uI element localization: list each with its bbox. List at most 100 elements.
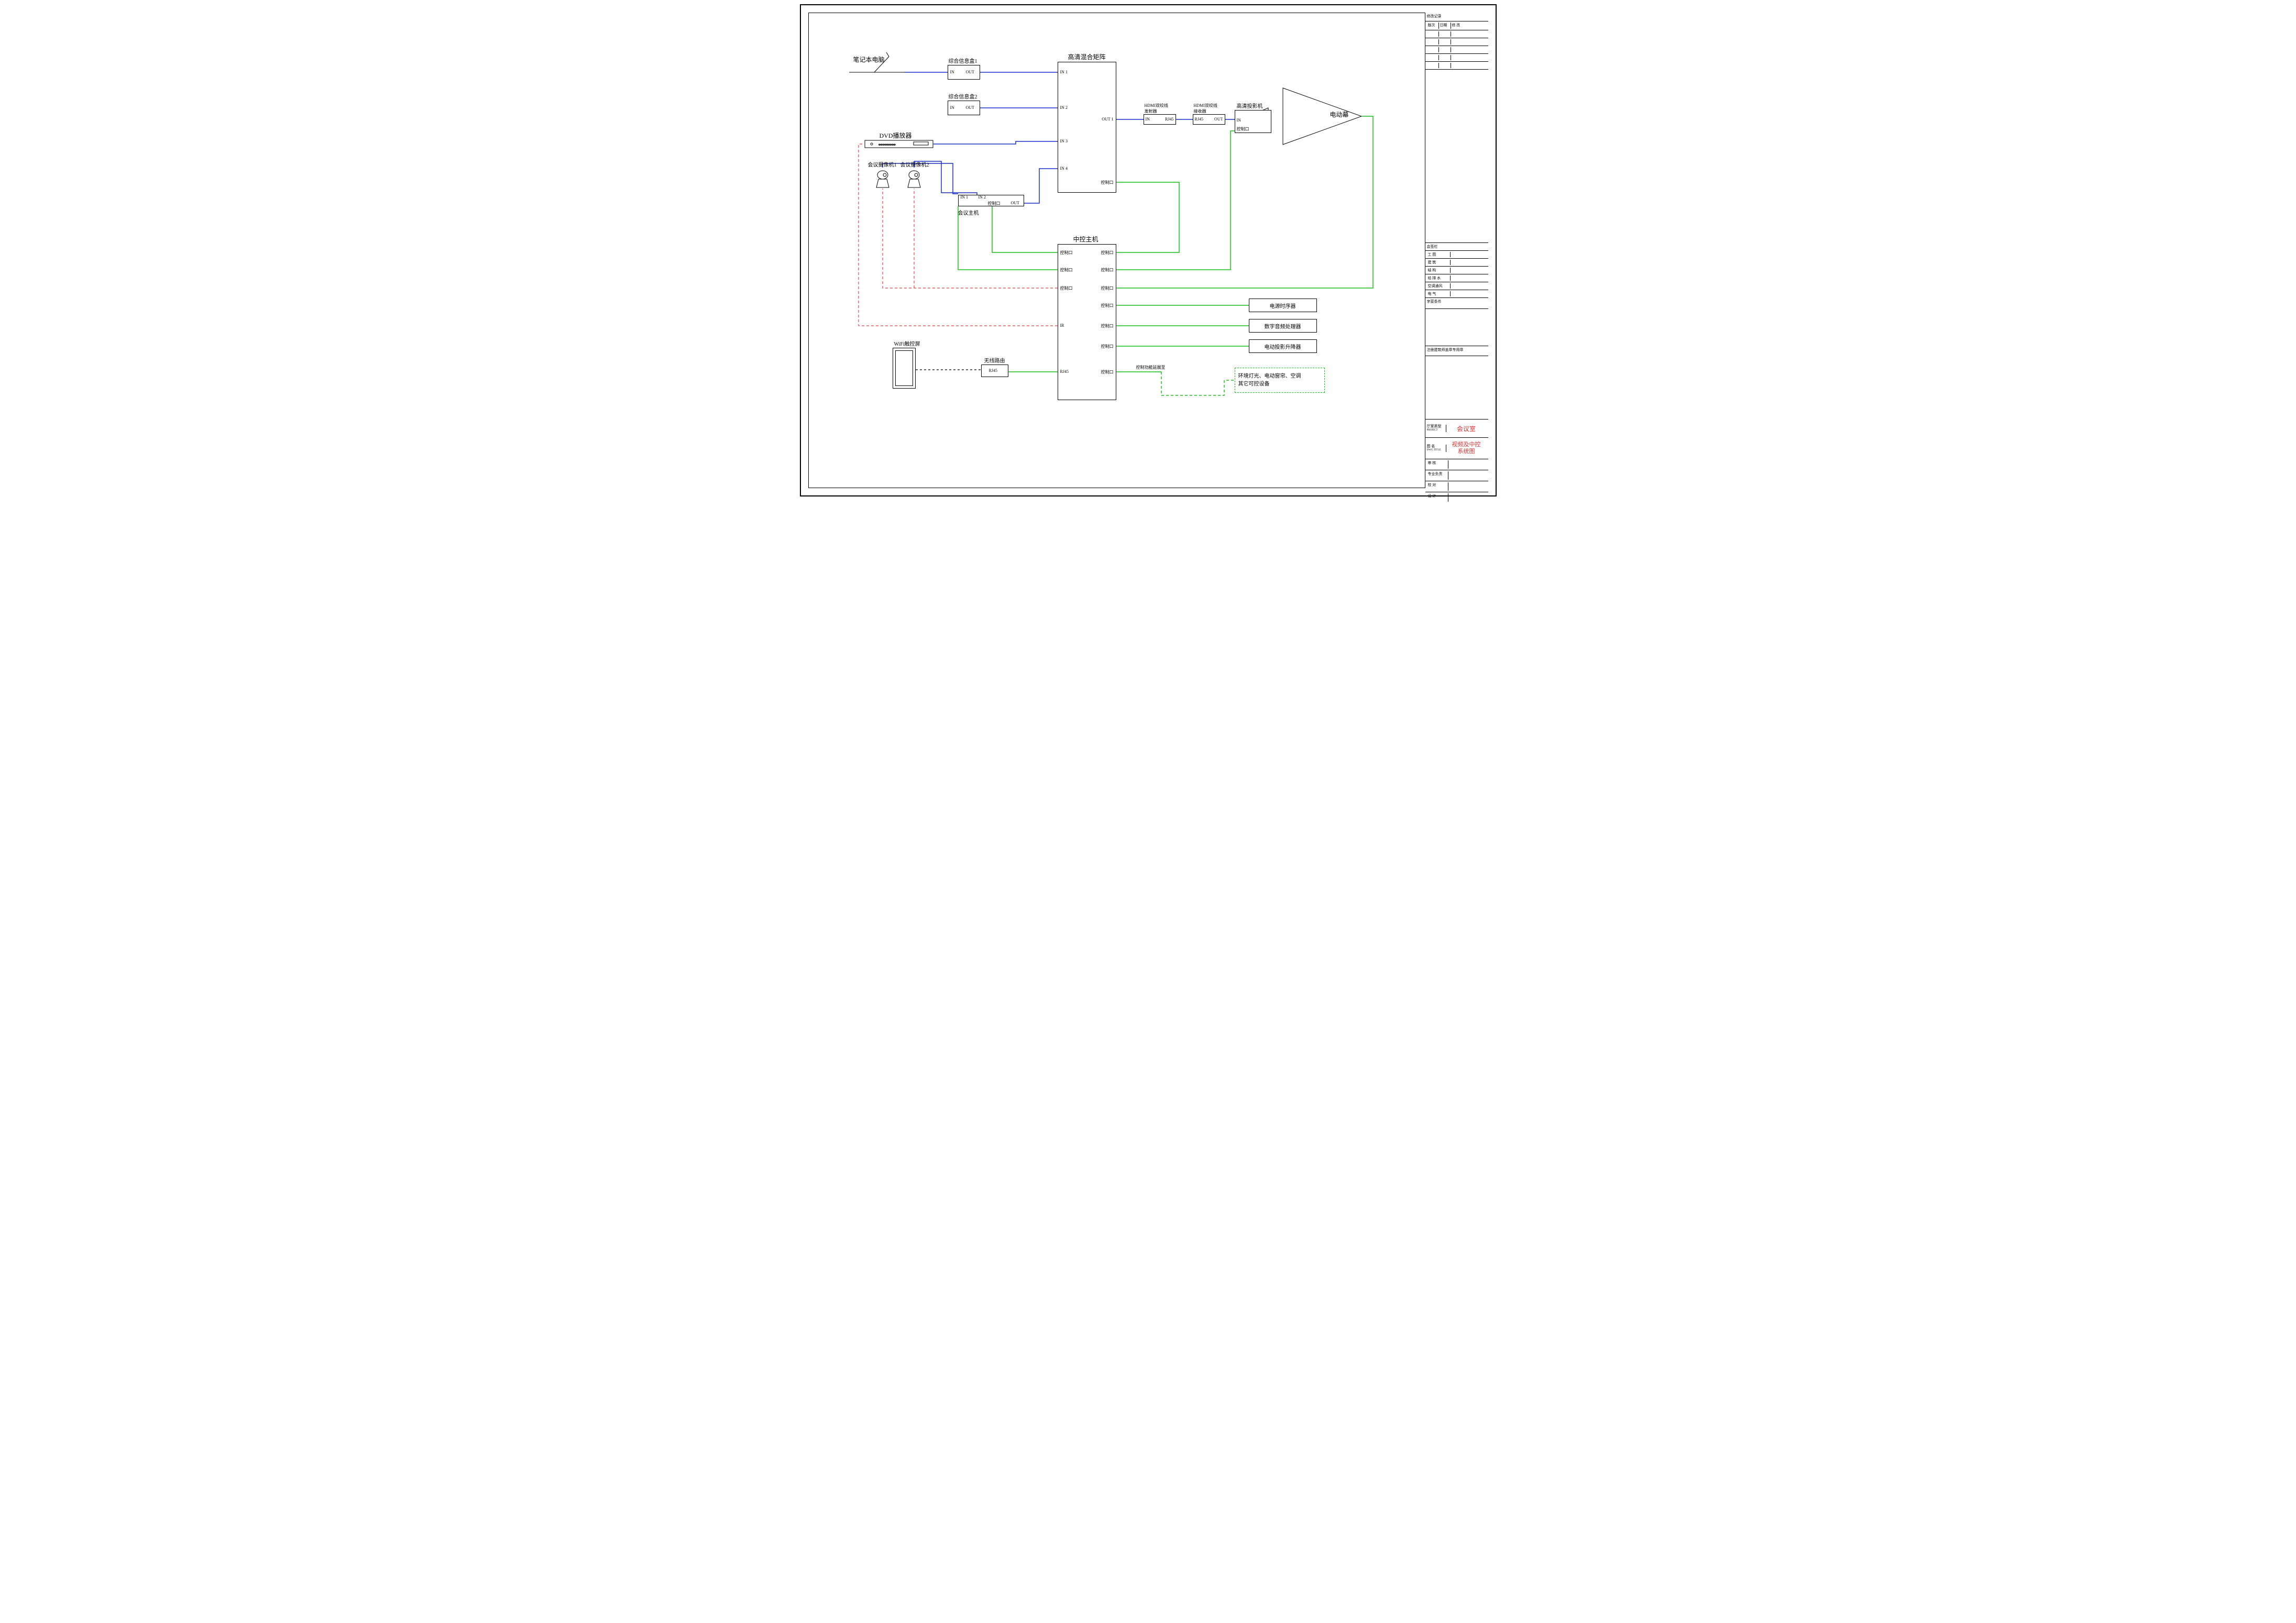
tb-rev-r3: [1425, 46, 1488, 54]
title-block: 修改记录 版次 日期 修 改 会签栏 工 图 建 筑 结 构 给 排 水 空调通…: [1425, 13, 1488, 488]
tb-appr-1: 专业负责: [1425, 470, 1488, 481]
tb-sign-3: 给 排 水: [1427, 275, 1451, 281]
router: RJ45: [981, 365, 1008, 377]
central-r7: 控制口: [1101, 369, 1114, 375]
hdmi-tx-in: IN: [1146, 117, 1150, 122]
hdmi-tx: IN RJ45: [1144, 114, 1176, 125]
central-l1: 控制口: [1060, 250, 1073, 256]
matrix-in3: IN 3: [1060, 139, 1068, 143]
tb-appr-0: 审 核: [1425, 459, 1488, 470]
tb-sign-title: 会签栏: [1425, 243, 1488, 251]
hdmi-tx-title: HDMI双绞线 发射器: [1145, 103, 1168, 114]
tb-dwg-lbl: 图 名: [1427, 445, 1446, 449]
matrix-in1: IN 1: [1060, 70, 1068, 74]
tb-project-lbl2: PROJECT: [1427, 429, 1446, 432]
tb-stamp: 注册建筑师盖章专用章: [1425, 346, 1488, 356]
tb-sign-r3: 给 排 水: [1425, 274, 1488, 282]
conf-host-ctrl: 控制口: [988, 201, 1001, 206]
router-title: 无线路由: [984, 356, 1005, 364]
tb-sign-r5: 电 气: [1425, 290, 1488, 298]
tb-appr-1-l: 专业负责: [1427, 471, 1448, 480]
lift-label: 电动投影升降器: [1249, 343, 1316, 350]
projector-title: 高清投影机: [1237, 102, 1263, 109]
power-seq: 电源时序器: [1249, 299, 1317, 312]
conf-host-in1: IN 1: [961, 195, 968, 200]
hdmi-rx-out: OUT: [1214, 117, 1223, 122]
tb-sign-r2: 结 构: [1425, 267, 1488, 274]
tb-ref-lbl: 字菜条件: [1427, 299, 1442, 307]
drawing-sheet: ○○○○○○○○○: [800, 4, 1497, 496]
matrix-title: 高清混合矩阵: [1068, 52, 1106, 61]
matrix: IN 1 IN 2 IN 3 IN 4 OUT 1 控制口: [1058, 62, 1116, 193]
tb-ref: 字菜条件: [1425, 298, 1488, 309]
tb-project: 厅室类型 PROJECT 会议室: [1425, 419, 1488, 438]
infobox1-in: IN: [950, 70, 954, 74]
tb-spacer2: [1425, 309, 1488, 346]
tb-stamp-box: [1425, 356, 1488, 419]
tb-dwg-val: 视频及中控 系统图: [1446, 441, 1487, 455]
tb-appr-3-l: 设 计: [1427, 493, 1448, 502]
central: 控制口 控制口 控制口 IR RJ45 控制口 控制口 控制口 控制口 控制口 …: [1058, 244, 1116, 400]
hdmi-rx: RJ45 OUT: [1193, 114, 1225, 125]
tb-sign-2: 结 构: [1427, 268, 1451, 273]
infobox2-in: IN: [950, 105, 954, 110]
cam1-label: 会议摄像机1: [868, 160, 897, 168]
infobox2: IN OUT: [948, 101, 980, 115]
projector-in: IN: [1237, 118, 1241, 123]
central-ir: IR: [1060, 323, 1064, 328]
tb-dwg: 图 名 DWG.TITLE 视频及中控 系统图: [1425, 438, 1488, 459]
lift: 电动投影升降器: [1249, 339, 1317, 353]
central-r6: 控制口: [1101, 344, 1114, 349]
conf-host: IN 1 IN 2 控制口 OUT: [958, 195, 1024, 206]
infobox2-out: OUT: [966, 105, 974, 110]
tb-rev-c1: 日期: [1439, 23, 1451, 29]
infobox1: IN OUT: [948, 65, 980, 80]
matrix-in2: IN 2: [1060, 105, 1068, 110]
tb-rev-title: 修改记录: [1425, 13, 1488, 21]
power-seq-label: 电源时序器: [1249, 302, 1316, 310]
tb-dwg-lbl2: DWG.TITLE: [1427, 449, 1446, 452]
hdmi-rx-rj45: RJ45: [1195, 117, 1203, 122]
tb-sign-1: 建 筑: [1427, 260, 1451, 265]
matrix-out1: OUT 1: [1102, 117, 1113, 122]
tb-rev-c0: 版次: [1427, 23, 1439, 29]
projector-ctrl: 控制口: [1237, 126, 1249, 132]
wifi-panel: [893, 348, 916, 389]
tb-sign-0: 工 图: [1427, 252, 1451, 257]
ext-label: 控制功能延展至: [1136, 365, 1166, 370]
infobox1-title: 综合信息盒1: [949, 57, 977, 64]
tb-appr-0-l: 审 核: [1427, 460, 1448, 469]
central-r1: 控制口: [1101, 250, 1114, 256]
laptop-label: 笔记本电脑: [853, 55, 885, 64]
central-r3: 控制口: [1101, 285, 1114, 291]
tb-sign-title-text: 会签栏: [1427, 244, 1438, 249]
central-rj45: RJ45: [1060, 369, 1069, 374]
central-l2: 控制口: [1060, 267, 1073, 273]
central-title: 中控主机: [1073, 235, 1098, 244]
tb-sign-r1: 建 筑: [1425, 259, 1488, 267]
central-r4: 控制口: [1101, 303, 1114, 308]
tb-appr-2-l: 校 对: [1427, 482, 1448, 491]
hdmi-tx-rj45: RJ45: [1165, 117, 1173, 122]
infobox2-title: 综合信息盒2: [949, 92, 977, 100]
tb-rev-cols: 版次 日期 修 改: [1425, 21, 1488, 30]
ext-box: 环境灯光、电动窗帘、空调 其它可控设备: [1235, 368, 1325, 393]
conf-host-in2: IN 2: [979, 195, 986, 200]
matrix-in4: IN 4: [1060, 166, 1068, 171]
infobox1-out: OUT: [966, 70, 974, 74]
screen-label: 电动幕: [1330, 110, 1349, 119]
tb-project-val: 会议室: [1446, 424, 1487, 433]
hdmi-rx-title: HDMI双绞线 接收器: [1194, 103, 1217, 114]
tb-rev-title-text: 修改记录: [1427, 14, 1442, 20]
tb-rev-r2: [1425, 38, 1488, 46]
tb-project-lbl: 厅室类型: [1427, 425, 1446, 429]
central-r2: 控制口: [1101, 267, 1114, 273]
tb-stamp-text: 注册建筑师盖章专用章: [1427, 347, 1464, 355]
tb-rev-r5: [1425, 62, 1488, 70]
tb-appr-2: 校 对: [1425, 481, 1488, 492]
tb-appr-3: 设 计: [1425, 492, 1488, 503]
router-rj45: RJ45: [989, 368, 997, 373]
dvd-label: DVD播放器: [880, 131, 912, 140]
tb-sign-r0: 工 图: [1425, 251, 1488, 259]
svg-text:○○○○○○○○○: ○○○○○○○○○: [878, 143, 896, 147]
